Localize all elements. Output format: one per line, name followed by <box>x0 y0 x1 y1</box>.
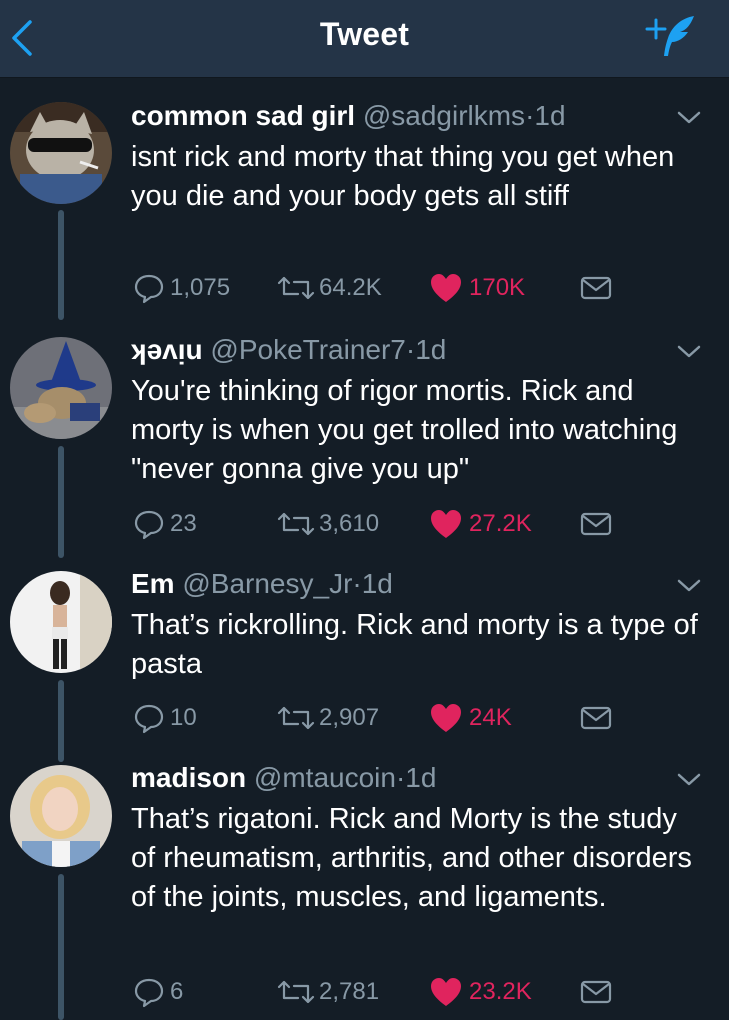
thread-line <box>58 210 64 320</box>
tweet-text: That’s rickrolling. Rick and morty is a … <box>131 609 698 680</box>
display-name[interactable]: madison <box>131 762 246 793</box>
retweet-count: 2,781 <box>319 978 380 1005</box>
direct-message-button[interactable] <box>579 504 613 544</box>
avatar[interactable] <box>10 571 112 673</box>
reply-icon <box>131 700 167 736</box>
reply-count: 6 <box>170 978 184 1005</box>
tweet-actions: 23 3,610 27.2K <box>131 504 691 544</box>
chevron-down-icon[interactable] <box>674 576 704 596</box>
envelope-icon <box>579 978 613 1006</box>
retweet-icon <box>276 700 316 736</box>
like-button[interactable]: 24K <box>429 698 512 738</box>
reply-button[interactable]: 6 <box>131 972 183 1012</box>
retweet-count: 64.2K <box>319 274 382 301</box>
timestamp: 1d <box>534 100 566 131</box>
retweet-icon <box>276 270 316 306</box>
heart-icon <box>429 702 463 734</box>
separator-dot: · <box>405 334 416 365</box>
retweet-icon <box>276 974 316 1010</box>
tweet-actions: 6 2,781 23.2K <box>131 972 691 1012</box>
tweet[interactable]: Em @Barnesy_Jr·1d That’s rickrolling. Ri… <box>0 568 729 762</box>
tweet-text: isnt rick and morty that thing you get w… <box>131 141 675 212</box>
envelope-icon <box>579 274 613 302</box>
thread-line <box>58 446 64 558</box>
avatar[interactable] <box>10 765 112 867</box>
display-name[interactable]: ʞǝʌᴉu <box>131 334 203 365</box>
tweet-actions: 1,075 64.2K 170K <box>131 268 691 308</box>
tweet[interactable]: common sad girl @sadgirlkms·1d isnt rick… <box>0 100 729 320</box>
tweet-text: You're thinking of rigor mortis. Rick an… <box>131 375 678 485</box>
separator-dot: · <box>395 762 406 793</box>
timestamp: 1d <box>415 334 447 365</box>
chevron-down-icon[interactable] <box>674 108 704 128</box>
compose-tweet-icon[interactable] <box>642 12 702 62</box>
page-title: Tweet <box>319 16 410 52</box>
like-button[interactable]: 23.2K <box>429 972 532 1012</box>
retweet-button[interactable]: 2,907 <box>276 698 379 738</box>
tweet[interactable]: madison @mtaucoin·1d That’s rigatoni. Ri… <box>0 762 729 1020</box>
nav-bar: Tweet <box>0 0 729 78</box>
tweet[interactable]: ʞǝʌᴉu @PokeTrainer7·1d You're thinking o… <box>0 334 729 558</box>
chevron-down-icon[interactable] <box>674 342 704 362</box>
reply-count: 10 <box>170 704 197 731</box>
envelope-icon <box>579 510 613 538</box>
reply-icon <box>131 506 167 542</box>
heart-icon <box>429 976 463 1008</box>
envelope-icon <box>579 704 613 732</box>
retweet-button[interactable]: 3,610 <box>276 504 379 544</box>
display-name[interactable]: Em <box>131 568 175 599</box>
thread-line <box>58 874 64 1020</box>
user-handle[interactable]: @sadgirlkms <box>363 100 525 131</box>
like-count: 23.2K <box>469 978 532 1005</box>
reply-count: 1,075 <box>170 274 231 301</box>
retweet-count: 2,907 <box>319 704 380 731</box>
like-count: 27.2K <box>469 510 532 537</box>
retweet-icon <box>276 506 316 542</box>
like-button[interactable]: 27.2K <box>429 504 532 544</box>
retweet-button[interactable]: 2,781 <box>276 972 379 1012</box>
thread-line <box>58 680 64 762</box>
separator-dot: · <box>352 568 362 599</box>
tweet-header: ʞǝʌᴉu @PokeTrainer7·1d <box>131 334 446 366</box>
reply-button[interactable]: 1,075 <box>131 268 230 308</box>
direct-message-button[interactable] <box>579 268 613 308</box>
chevron-down-icon[interactable] <box>674 770 704 790</box>
reply-button[interactable]: 23 <box>131 504 197 544</box>
tweet-text: That’s rigatoni. Rick and Morty is the s… <box>131 803 692 913</box>
tweet-actions: 10 2,907 24K <box>131 698 691 738</box>
avatar[interactable] <box>10 337 112 439</box>
reply-button[interactable]: 10 <box>131 698 197 738</box>
display-name[interactable]: common sad girl <box>131 100 355 131</box>
user-handle[interactable]: @PokeTrainer7 <box>210 334 405 365</box>
tweet-header: common sad girl @sadgirlkms·1d <box>131 100 566 132</box>
reply-icon <box>131 974 167 1010</box>
user-handle[interactable]: @mtaucoin <box>254 762 396 793</box>
reply-icon <box>131 270 167 306</box>
retweet-button[interactable]: 64.2K <box>276 268 382 308</box>
reply-count: 23 <box>170 510 197 537</box>
heart-icon <box>429 272 463 304</box>
tweet-header: madison @mtaucoin·1d <box>131 762 436 794</box>
user-handle[interactable]: @Barnesy_Jr <box>182 568 352 599</box>
timestamp: 1d <box>361 568 393 599</box>
retweet-count: 3,610 <box>319 510 380 537</box>
heart-icon <box>429 508 463 540</box>
avatar[interactable] <box>10 102 112 204</box>
like-count: 24K <box>469 704 512 731</box>
direct-message-button[interactable] <box>579 698 613 738</box>
like-button[interactable]: 170K <box>429 268 525 308</box>
timestamp: 1d <box>405 762 437 793</box>
separator-dot: · <box>525 100 535 131</box>
direct-message-button[interactable] <box>579 972 613 1012</box>
tweet-header: Em @Barnesy_Jr·1d <box>131 568 393 600</box>
like-count: 170K <box>469 274 526 301</box>
